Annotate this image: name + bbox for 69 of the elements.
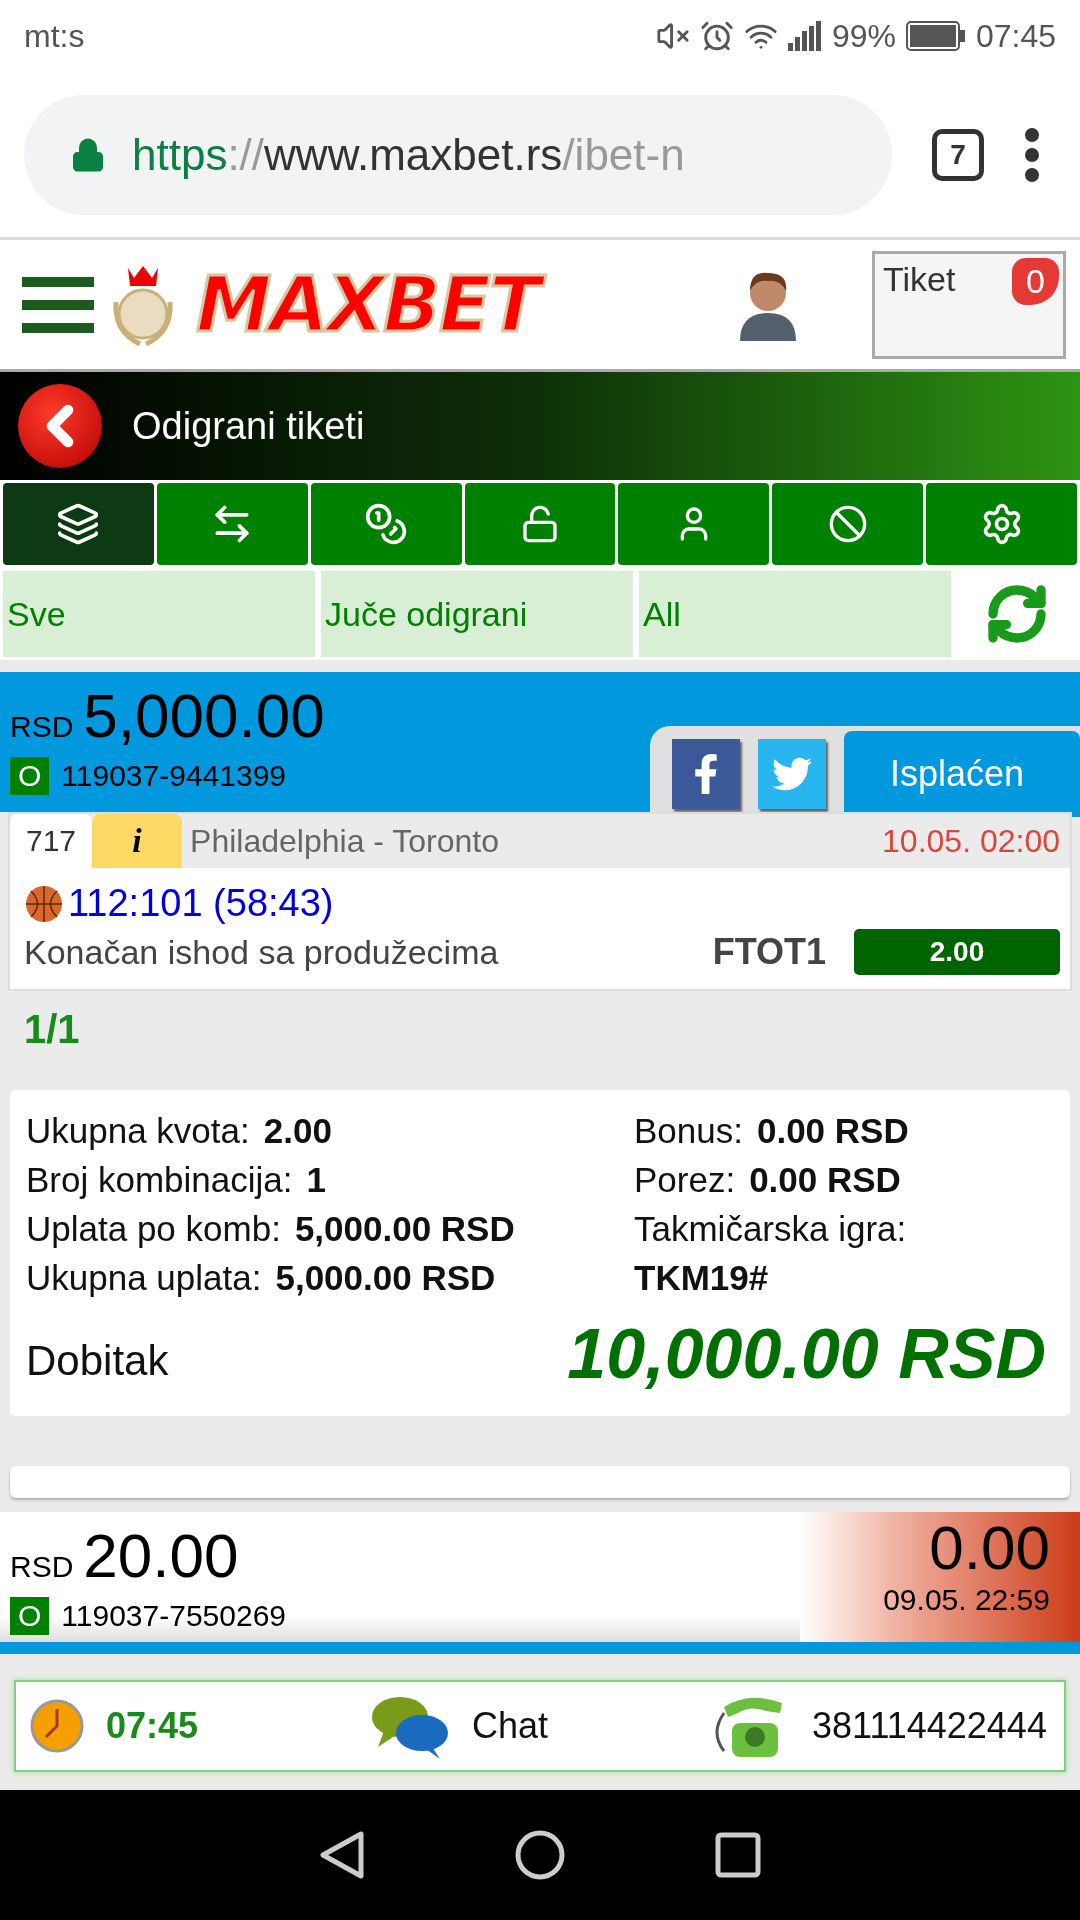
address-bar[interactable]: https://www.maxbet.rs/ibet-n [24, 94, 892, 215]
carrier-name: mt:s [24, 17, 85, 55]
payments-tab[interactable] [310, 483, 462, 565]
summary-line: Broj kombinacija: 1 [26, 1159, 327, 1201]
layers-icon [56, 502, 101, 546]
unlock-tab[interactable] [464, 483, 616, 565]
brand-logo: MAXBET [192, 258, 551, 351]
ticket-row[interactable]: RSD 20.00 O 119037-7550269 0.00 09.05. 22:59 [0, 1512, 1080, 1654]
block-tab[interactable] [772, 483, 924, 565]
win-label: Dobitak [26, 1336, 169, 1385]
ticket-type-badge: O [10, 757, 50, 795]
match-number: 717 [10, 814, 93, 868]
summary-line: Bonus: 0.00 RSD [634, 1110, 910, 1152]
summary-line: Porez: 0.00 RSD [634, 1159, 902, 1201]
battery-percent: 99% [831, 17, 896, 55]
filter-dropdown[interactable]: Juče odigrani [321, 571, 633, 657]
odds-value: 2.00 [854, 929, 1060, 975]
back-nav-icon[interactable] [319, 1830, 365, 1880]
footer-time: 07:45 [106, 1705, 199, 1747]
battery-icon [905, 21, 966, 51]
summary-value: TKM19# [634, 1257, 770, 1299]
summary-line: Uplata po komb: 5,000.00 RSD [26, 1208, 516, 1250]
page-title: Odigrani tiketi [132, 404, 365, 448]
win-amount: 10,000.00 RSD [567, 1314, 1047, 1395]
unlocked-padlock-icon [520, 504, 560, 544]
info-button[interactable]: i [92, 814, 183, 868]
ticket-datetime: 09.05. 22:59 [883, 1583, 1050, 1617]
chat-link[interactable]: Chat [370, 1693, 710, 1759]
match-name: Philadelphia - Toronto [189, 822, 500, 860]
signal-icon [787, 21, 822, 51]
match-count: 1/1 [23, 1006, 81, 1053]
alarm-icon [699, 19, 734, 53]
block-icon [827, 504, 868, 544]
match-score: 112:101 (58:43) [68, 882, 334, 925]
settings-tab[interactable] [926, 483, 1077, 565]
basketball-icon [24, 883, 64, 924]
currency-label: RSD [10, 710, 74, 744]
clock-time: 07:45 [975, 17, 1056, 55]
profile-tab[interactable] [618, 483, 770, 565]
currency-label: RSD [10, 1550, 74, 1584]
ticket-number: 119037-9441399 [61, 759, 286, 793]
coins-icon [364, 502, 409, 546]
url-text: https://www.maxbet.rs/ibet-n [132, 129, 685, 180]
match-datetime: 10.05. 02:00 [882, 822, 1061, 860]
facebook-button[interactable] [671, 739, 740, 809]
recents-nav-icon[interactable] [715, 1832, 761, 1878]
filter-dropdown[interactable]: All [639, 571, 951, 657]
lock-icon [70, 136, 106, 173]
summary-line: Ukupna kvota: 2.00 [26, 1110, 333, 1152]
clock-icon [30, 1699, 84, 1753]
transfer-tab[interactable] [156, 483, 308, 565]
summary-label: Takmičarska igra: [634, 1208, 908, 1250]
tickets-tab[interactable] [3, 483, 154, 565]
ticket-amount: 5,000.00 [83, 680, 325, 751]
ticket-amount: 20.00 [83, 1520, 239, 1591]
phone-link[interactable]: 381114422444 [710, 1693, 1050, 1759]
more-menu-icon[interactable] [1024, 126, 1040, 183]
filter-dropdown[interactable]: Sve [3, 571, 315, 657]
home-nav-icon[interactable] [515, 1830, 565, 1880]
bet-pick: FTOT1 [712, 931, 826, 973]
ticket-button[interactable]: Tiket 0 [872, 250, 1066, 359]
tab-count-button[interactable]: 7 [932, 128, 984, 181]
summary-line: Ukupna uplata: 5,000.00 RSD [26, 1257, 497, 1299]
ticket-type-badge: O [10, 1597, 50, 1635]
payout-amount: 0.00 [929, 1512, 1050, 1583]
ticket-count-badge: 0 [1012, 257, 1059, 305]
bet-market: Konačan ishod sa produžecima [24, 932, 500, 972]
refresh-icon[interactable] [985, 582, 1049, 646]
ticket-number: 119037-7550269 [61, 1599, 286, 1633]
